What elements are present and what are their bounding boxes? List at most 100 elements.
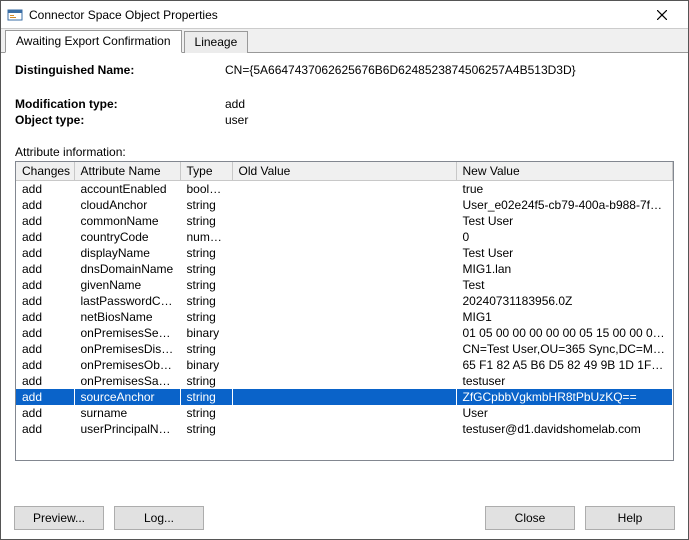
table-row[interactable]: addaccountEnabledbooleantrue [16,181,673,198]
cell-new: MIG1 [456,309,673,325]
help-button[interactable]: Help [585,506,675,530]
cell-changes: add [16,293,74,309]
cell-attr: accountEnabled [74,181,180,198]
cell-type: string [180,293,232,309]
cell-attr: onPremisesSamA... [74,373,180,389]
cell-changes: add [16,213,74,229]
table-row[interactable]: adddisplayNamestring Test User [16,245,673,261]
cell-type: binary [180,357,232,373]
table-row[interactable]: adddnsDomainNamestringMIG1.lan [16,261,673,277]
tab-label: Awaiting Export Confirmation [16,34,171,48]
cell-attr: onPremisesObjec... [74,357,180,373]
col-new-value[interactable]: New Value [456,162,673,181]
object-type-value: user [225,113,674,127]
cell-new: true [456,181,673,198]
cell-attr: displayName [74,245,180,261]
cell-type: boolean [180,181,232,198]
table-row[interactable]: adduserPrincipalNamestringtestuser@d1.da… [16,421,673,437]
cell-type: string [180,389,232,405]
table-row[interactable]: addonPremisesSamA...string testuser [16,373,673,389]
table-row[interactable]: addsourceAnchorstring ZfGCpbbVgkmbHR8tPbU… [16,389,673,405]
log-button[interactable]: Log... [114,506,204,530]
cell-attr: commonName [74,213,180,229]
object-type-label: Object type: [15,113,225,127]
cell-changes: add [16,277,74,293]
modification-type-label: Modification type: [15,97,225,111]
cell-attr: countryCode [74,229,180,245]
cell-attr: onPremisesDistin... [74,341,180,357]
cell-changes: add [16,405,74,421]
cell-old [232,277,456,293]
cell-old [232,405,456,421]
cell-new: User [456,405,673,421]
cell-attr: userPrincipalName [74,421,180,437]
table-row[interactable]: addlastPasswordCha...string 2024073118395… [16,293,673,309]
cell-changes: add [16,309,74,325]
cell-new: Test [456,277,673,293]
table-row[interactable]: addsurnamestringUser [16,405,673,421]
cell-attr: netBiosName [74,309,180,325]
cell-type: string [180,245,232,261]
tab-content: Distinguished Name: CN={5A66474370626256… [1,53,688,467]
cell-attr: givenName [74,277,180,293]
close-window-button[interactable] [642,4,682,26]
cell-type: string [180,213,232,229]
tab-awaiting-export[interactable]: Awaiting Export Confirmation [5,30,182,53]
col-changes[interactable]: Changes [16,162,74,181]
close-button[interactable]: Close [485,506,575,530]
col-old-value[interactable]: Old Value [232,162,456,181]
cell-type: string [180,341,232,357]
cell-changes: add [16,421,74,437]
cell-old [232,293,456,309]
table-row[interactable]: addonPremisesDistin...stringCN=Test User… [16,341,673,357]
cell-new: testuser [456,373,673,389]
cell-changes: add [16,389,74,405]
cell-new: 20240731183956.0Z [456,293,673,309]
dn-label: Distinguished Name: [15,63,225,77]
titlebar: Connector Space Object Properties [1,1,688,29]
cell-old [232,373,456,389]
cell-type: string [180,405,232,421]
col-type[interactable]: Type [180,162,232,181]
cell-changes: add [16,245,74,261]
cell-new: Test User [456,245,673,261]
cell-old [232,421,456,437]
preview-button[interactable]: Preview... [14,506,104,530]
cell-type: string [180,309,232,325]
modification-type-value: add [225,97,674,111]
window-title: Connector Space Object Properties [29,8,642,22]
attribute-table[interactable]: Changes Attribute Name Type Old Value Ne… [15,161,674,461]
col-attribute-name[interactable]: Attribute Name [74,162,180,181]
table-row[interactable]: addcountryCodenumber0 [16,229,673,245]
tab-strip: Awaiting Export Confirmation Lineage [1,29,688,53]
cell-type: number [180,229,232,245]
cell-type: binary [180,325,232,341]
cell-type: string [180,261,232,277]
cell-new: Test User [456,213,673,229]
cell-type: string [180,373,232,389]
cell-changes: add [16,373,74,389]
cell-changes: add [16,325,74,341]
table-row[interactable]: addnetBiosNamestring MIG1 [16,309,673,325]
cell-new: testuser@d1.davidshomelab.com [456,421,673,437]
tab-lineage[interactable]: Lineage [184,31,249,53]
cell-attr: onPremisesSecurit... [74,325,180,341]
cell-old [232,341,456,357]
table-header-row: Changes Attribute Name Type Old Value Ne… [16,162,673,181]
table-row[interactable]: addcommonNamestring Test User [16,213,673,229]
table-row[interactable]: addgivenNamestringTest [16,277,673,293]
cell-attr: lastPasswordCha... [74,293,180,309]
cell-attr: cloudAnchor [74,197,180,213]
table-row[interactable]: addcloudAnchorstringUser_e02e24f5-cb79-4… [16,197,673,213]
cell-old [232,357,456,373]
cell-old [232,325,456,341]
table-row[interactable]: addonPremisesSecurit...binary01 05 00 00… [16,325,673,341]
cell-new: ZfGCpbbVgkmbHR8tPbUzKQ== [456,389,673,405]
cell-old [232,261,456,277]
table-row[interactable]: addonPremisesObjec...binary65 F1 82 A5 B… [16,357,673,373]
cell-changes: add [16,197,74,213]
cell-changes: add [16,261,74,277]
cell-type: string [180,197,232,213]
button-row: Preview... Log... Close Help [14,506,675,530]
cell-attr: sourceAnchor [74,389,180,405]
